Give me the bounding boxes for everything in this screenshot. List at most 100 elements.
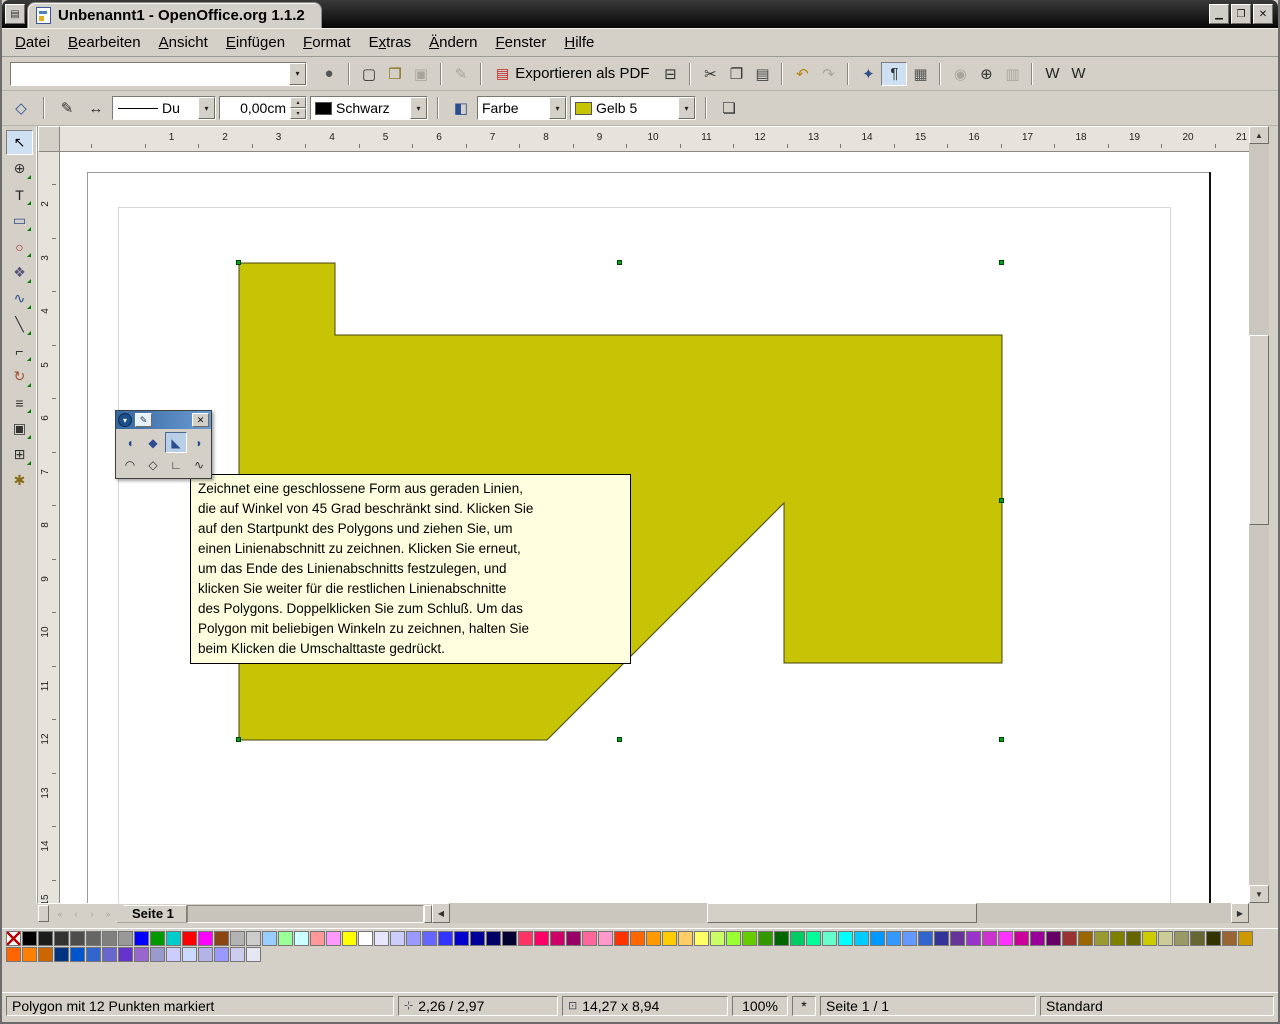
line-style-select[interactable]: Du ▾ xyxy=(112,96,216,120)
undo-icon[interactable]: ↶ xyxy=(789,62,815,86)
selection-handle[interactable] xyxy=(617,260,622,265)
color-swatch[interactable] xyxy=(134,931,149,946)
color-swatch[interactable] xyxy=(166,931,181,946)
color-swatch[interactable] xyxy=(1062,931,1077,946)
menu-datei[interactable]: Datei xyxy=(6,30,59,55)
color-swatch[interactable] xyxy=(294,931,309,946)
color-swatch[interactable] xyxy=(406,931,421,946)
menu-aendern[interactable]: Ändern xyxy=(420,30,486,55)
color-swatch[interactable] xyxy=(150,931,165,946)
curve-filled-icon[interactable]: ◖ xyxy=(119,432,141,453)
color-swatch[interactable] xyxy=(102,931,117,946)
chevron-down-icon[interactable]: ▾ xyxy=(549,97,566,119)
color-swatch[interactable] xyxy=(246,947,261,962)
menu-bearbeiten[interactable]: Bearbeiten xyxy=(59,30,150,55)
color-swatch[interactable] xyxy=(950,931,965,946)
rectangle-icon[interactable]: ▭ xyxy=(6,208,33,233)
color-swatch[interactable] xyxy=(550,931,565,946)
chevron-down-icon[interactable]: ▾ xyxy=(118,413,132,427)
selection-handle[interactable] xyxy=(999,260,1004,265)
color-swatch[interactable] xyxy=(502,931,517,946)
chevron-down-icon[interactable]: ▾ xyxy=(289,63,306,85)
color-swatch[interactable] xyxy=(582,931,597,946)
color-swatch[interactable] xyxy=(1142,931,1157,946)
objects-3d-icon[interactable]: ❖ xyxy=(6,260,33,285)
spin-up-icon[interactable]: ▴ xyxy=(290,97,306,108)
color-swatch[interactable] xyxy=(806,931,821,946)
color-swatch[interactable] xyxy=(22,931,37,946)
scroll-up-icon[interactable]: ▲ xyxy=(1249,126,1269,144)
menu-einfuegen[interactable]: Einfügen xyxy=(217,30,294,55)
polygon45-filled-icon[interactable]: ◣ xyxy=(165,432,187,453)
curves-floating-toolbar[interactable]: ▾ ✎ ✕ ◖◆◣◗◠◇∟∿ xyxy=(115,410,212,479)
insert-icon[interactable]: ⊞ xyxy=(6,442,33,467)
lines-arrows-icon[interactable]: ╲ xyxy=(6,312,33,337)
color-swatch[interactable] xyxy=(1238,931,1253,946)
color-swatch[interactable] xyxy=(470,931,485,946)
menu-hilfe[interactable]: Hilfe xyxy=(555,30,603,55)
freeform-filled-icon[interactable]: ◗ xyxy=(188,432,210,453)
scroll-down-icon[interactable]: ▼ xyxy=(1249,885,1269,903)
copy-icon[interactable]: ❐ xyxy=(723,62,749,86)
menu-extras[interactable]: Extras xyxy=(360,30,421,55)
menu-format[interactable]: Format xyxy=(294,30,360,55)
menu-ansicht[interactable]: Ansicht xyxy=(150,30,217,55)
color-swatch[interactable] xyxy=(966,931,981,946)
color-swatch[interactable] xyxy=(1174,931,1189,946)
line-color-select[interactable]: Schwarz ▾ xyxy=(310,96,428,120)
minimize-button[interactable]: ▁ xyxy=(1209,4,1229,24)
color-swatch[interactable] xyxy=(422,931,437,946)
arrange-icon[interactable]: ▣ xyxy=(6,416,33,441)
polygon-icon[interactable]: ◇ xyxy=(142,454,164,475)
vertical-scroll-thumb[interactable] xyxy=(1249,335,1269,525)
tab-scrollbar-splitter[interactable] xyxy=(424,905,432,923)
color-swatch[interactable] xyxy=(1094,931,1109,946)
menu-fenster[interactable]: Fenster xyxy=(486,30,555,55)
color-swatch[interactable] xyxy=(182,931,197,946)
no-fill-swatch[interactable] xyxy=(6,931,21,946)
color-swatch[interactable] xyxy=(358,931,373,946)
curve-icon[interactable]: ◠ xyxy=(119,454,141,475)
color-swatch[interactable] xyxy=(1046,931,1061,946)
select-icon[interactable]: ↖ xyxy=(6,130,33,155)
color-swatch[interactable] xyxy=(54,947,69,962)
color-swatch[interactable] xyxy=(742,931,757,946)
color-swatch[interactable] xyxy=(198,931,213,946)
color-swatch[interactable] xyxy=(454,931,469,946)
chevron-down-icon[interactable]: ▾ xyxy=(198,97,215,119)
page-tab-seite-1[interactable]: Seite 1 xyxy=(116,905,187,923)
selection-handle[interactable] xyxy=(236,737,241,742)
color-swatch[interactable] xyxy=(1110,931,1125,946)
cursor-position[interactable]: ⊹2,26 / 2,97 xyxy=(398,996,558,1016)
interaction-icon[interactable]: ✱ xyxy=(6,468,33,493)
shadow-icon[interactable]: ❏ xyxy=(716,96,742,120)
color-swatch[interactable] xyxy=(150,947,165,962)
color-swatch[interactable] xyxy=(630,931,645,946)
color-swatch[interactable] xyxy=(86,947,101,962)
ellipse-icon[interactable]: ○ xyxy=(6,234,33,259)
url-input[interactable] xyxy=(11,64,289,84)
color-swatch[interactable] xyxy=(278,931,293,946)
color-swatch[interactable] xyxy=(262,931,277,946)
color-swatch[interactable] xyxy=(246,931,261,946)
color-swatch[interactable] xyxy=(230,947,245,962)
color-swatch[interactable] xyxy=(198,947,213,962)
color-swatch[interactable] xyxy=(38,931,53,946)
color-swatch[interactable] xyxy=(310,931,325,946)
color-swatch[interactable] xyxy=(518,931,533,946)
color-swatch[interactable] xyxy=(566,931,581,946)
selection-handle[interactable] xyxy=(999,498,1004,503)
alignment-icon[interactable]: ≡ xyxy=(6,390,33,415)
help-agent-icon[interactable]: W xyxy=(1065,62,1091,86)
color-swatch[interactable] xyxy=(678,931,693,946)
color-swatch[interactable] xyxy=(598,931,613,946)
color-swatch[interactable] xyxy=(614,931,629,946)
fill-style-select[interactable]: Farbe ▾ xyxy=(477,96,567,120)
polygon45-icon[interactable]: ∟ xyxy=(165,454,187,475)
color-swatch[interactable] xyxy=(70,947,85,962)
spin-down-icon[interactable]: ▾ xyxy=(290,108,306,119)
horizontal-scrollbar[interactable]: ◀ ▶ xyxy=(432,903,1249,923)
effects-rotate-icon[interactable]: ↻ xyxy=(6,364,33,389)
object-size[interactable]: ⊡14,27 x 8,94 xyxy=(562,996,728,1016)
close-button[interactable]: ✕ xyxy=(1253,4,1273,24)
